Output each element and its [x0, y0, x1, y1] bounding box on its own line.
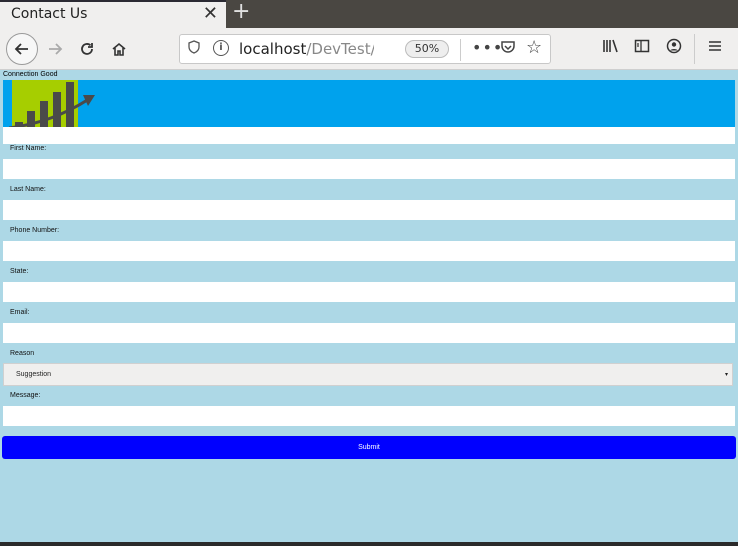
reload-button[interactable] — [72, 34, 102, 64]
state-input[interactable] — [3, 282, 735, 302]
first-name-input[interactable] — [3, 159, 735, 179]
window-bottom-edge — [0, 542, 738, 546]
reason-label: Reason — [10, 350, 35, 357]
forward-button[interactable] — [40, 34, 70, 64]
phone-number-label: Phone Number: — [10, 227, 60, 234]
tab-contact-us[interactable]: Contact Us ✕ — [0, 0, 226, 28]
back-button[interactable] — [6, 33, 38, 65]
bookmark-star-icon[interactable]: ☆ — [526, 37, 542, 58]
shield-icon[interactable] — [188, 40, 200, 58]
url-text[interactable]: localhost/DevTest/c — [239, 40, 374, 58]
message-input[interactable] — [3, 406, 735, 426]
first-name-label: First Name: — [10, 145, 47, 152]
navigation-toolbar: i localhost/DevTest/c 50% ••• ☆ — [0, 28, 738, 70]
more-actions-icon[interactable]: ••• — [472, 38, 503, 57]
connection-status: Connection Good — [3, 71, 58, 78]
pocket-icon[interactable] — [500, 39, 516, 59]
close-tab-icon[interactable]: ✕ — [203, 4, 218, 24]
address-bar[interactable]: i localhost/DevTest/c 50% ••• ☆ — [179, 34, 551, 64]
toolbar-separator — [694, 34, 695, 64]
url-host: localhost — [239, 40, 307, 58]
last-name-label: Last Name: — [10, 186, 46, 193]
url-path: /DevTest/c — [306, 40, 374, 58]
chevron-down-icon: ▾ — [725, 371, 729, 378]
tab-title: Contact Us — [11, 6, 88, 22]
state-label: State: — [10, 268, 29, 275]
last-name-input[interactable] — [3, 200, 735, 220]
email-label: Email: — [10, 309, 30, 316]
message-label: Message: — [10, 392, 41, 399]
hamburger-menu-icon[interactable] — [707, 38, 723, 59]
tab-strip: Contact Us ✕ + — [0, 0, 738, 28]
reason-select[interactable]: Suggestion ▾ — [3, 363, 733, 386]
submit-button[interactable]: Submit — [2, 436, 736, 459]
phone-number-input[interactable] — [3, 241, 735, 261]
library-icon[interactable] — [602, 38, 620, 58]
reason-selected-value: Suggestion — [16, 371, 52, 378]
arrow-left-icon — [14, 43, 28, 55]
header-banner — [3, 80, 735, 127]
reload-icon — [81, 43, 93, 55]
home-button[interactable] — [104, 34, 134, 64]
new-tab-icon[interactable]: + — [232, 0, 250, 25]
header-spacer — [3, 127, 735, 144]
account-icon[interactable] — [666, 38, 682, 58]
arrow-right-icon — [49, 43, 63, 55]
url-separator — [460, 39, 461, 61]
email-input[interactable] — [3, 323, 735, 343]
page-content: Connection Good First Name: Last Name: P… — [0, 70, 738, 542]
info-icon[interactable]: i — [213, 40, 229, 56]
zoom-level-button[interactable]: 50% — [405, 40, 449, 58]
sidebar-icon[interactable] — [634, 38, 650, 58]
home-icon — [112, 42, 126, 56]
